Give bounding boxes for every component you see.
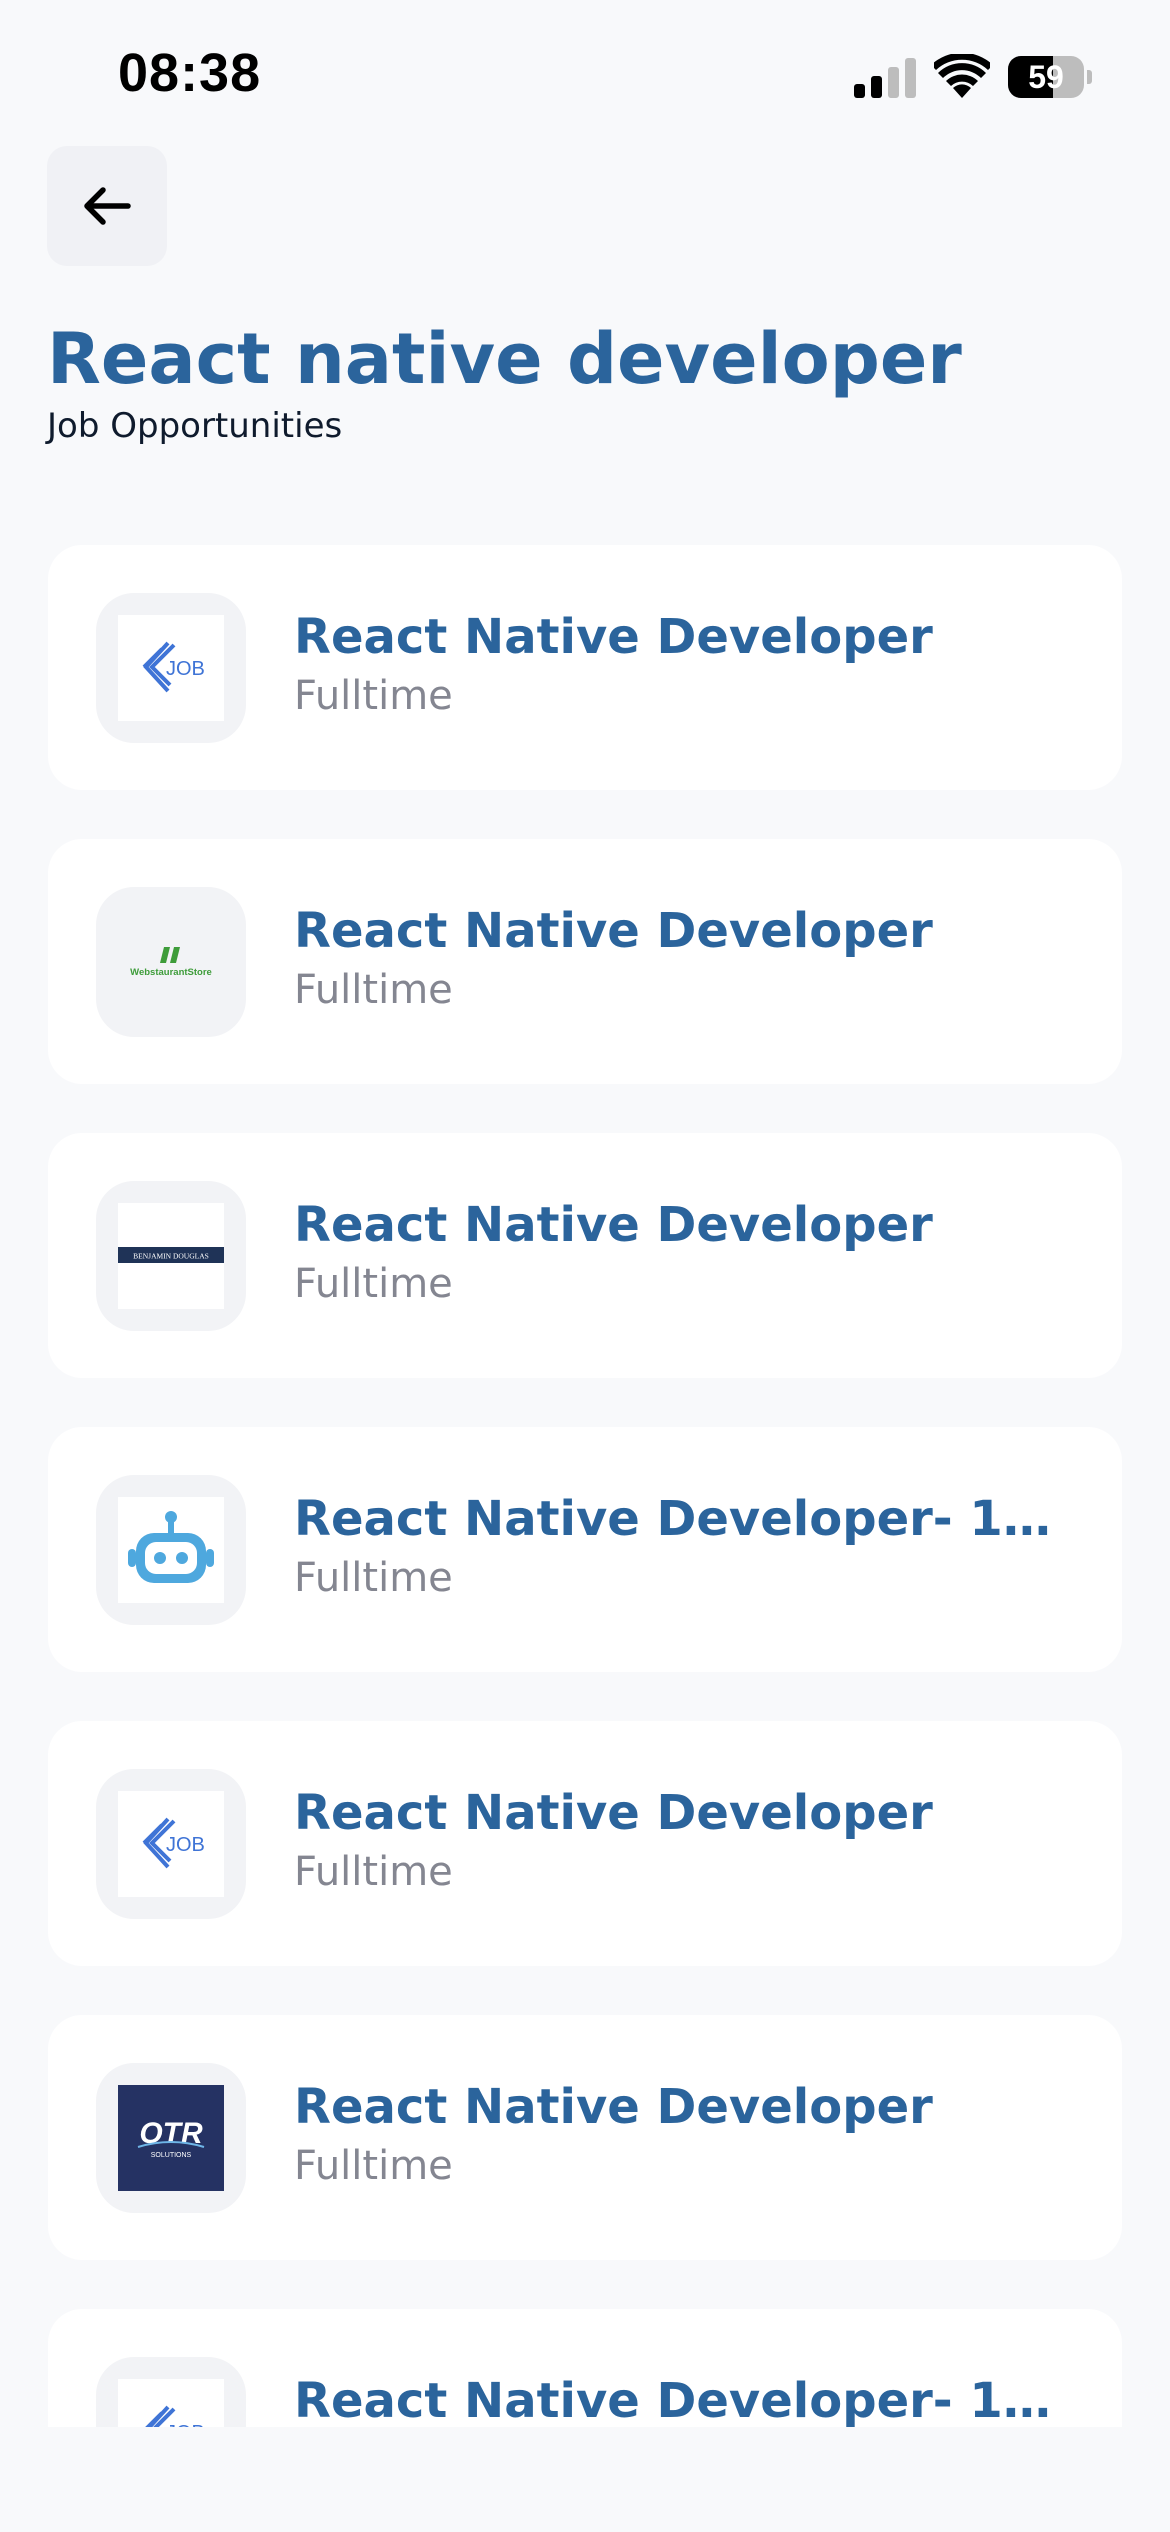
job-card[interactable]: JOB React Native Developer Fulltime: [48, 1721, 1122, 1966]
svg-text:JOB: JOB: [166, 658, 205, 680]
job-type: Fulltime: [294, 2143, 453, 2189]
company-logo-container: WebstaurantStore: [96, 887, 246, 1037]
job-card[interactable]: JOB React Native Developer- 100... Fullt…: [48, 2309, 1122, 2427]
job-type: Fulltime: [294, 1555, 453, 1601]
job-title: React Native Developer- 100...: [294, 2373, 1054, 2427]
svg-text:JOB: JOB: [166, 2422, 205, 2427]
company-logo-container: JOB: [96, 2357, 246, 2427]
job-type: Fulltime: [294, 967, 453, 1013]
status-time: 08:38: [118, 43, 262, 103]
svg-text:JOB: JOB: [166, 1834, 205, 1856]
job-card[interactable]: BENJAMIN DOUGLAS React Native Developer …: [48, 1133, 1122, 1378]
wifi-icon: [934, 54, 990, 98]
job-logo: JOB: [118, 2379, 224, 2427]
job-logo-icon: JOB: [142, 1817, 205, 1869]
svg-text:WebstaurantStore: WebstaurantStore: [130, 967, 212, 978]
page-subtitle: Job Opportunities: [47, 406, 343, 446]
job-title: React Native Developer: [294, 2079, 933, 2135]
job-type: Fulltime: [294, 1261, 453, 1307]
job-title: React Native Developer: [294, 609, 933, 665]
job-card[interactable]: WebstaurantStore React Native Developer …: [48, 839, 1122, 1084]
status-bar: 08:38 59: [0, 0, 1170, 150]
job-logo: JOB: [118, 615, 224, 721]
battery-level-text: 59: [1028, 59, 1064, 95]
webstaurantstore-logo-icon: WebstaurantStore: [130, 947, 212, 978]
job-logo: JOB: [118, 1791, 224, 1897]
battery-cap: [1087, 70, 1092, 84]
company-logo-container: JOB: [96, 1769, 246, 1919]
job-card[interactable]: OTR SOLUTIONS React Native Developer Ful…: [48, 2015, 1122, 2260]
company-logo-container: [96, 1475, 246, 1625]
arrow-left-icon: [84, 187, 131, 225]
back-button[interactable]: [47, 146, 167, 266]
cellular-signal-icon: [854, 58, 916, 98]
otr-solutions-logo: OTR SOLUTIONS: [118, 2085, 224, 2191]
page-title: React native developer: [47, 318, 962, 400]
job-card[interactable]: JOB React Native Developer Fulltime: [48, 545, 1122, 790]
job-type: Fulltime: [294, 673, 453, 719]
job-logo-icon: JOB: [142, 641, 205, 693]
job-type: Fulltime: [294, 1849, 453, 1895]
job-list[interactable]: JOB React Native Developer Fulltime Webs…: [48, 545, 1122, 2427]
job-card[interactable]: React Native Developer- 100... Fulltime: [48, 1427, 1122, 1672]
benjamin-douglas-logo-icon: BENJAMIN DOUGLAS: [118, 1247, 224, 1263]
company-logo-container: BENJAMIN DOUGLAS: [96, 1181, 246, 1331]
benjamin-douglas-logo: BENJAMIN DOUGLAS: [118, 1203, 224, 1309]
job-title: React Native Developer: [294, 1197, 933, 1253]
robot-icon: [128, 1511, 214, 1583]
otr-solutions-logo-icon: OTR SOLUTIONS: [137, 2117, 205, 2159]
svg-text:SOLUTIONS: SOLUTIONS: [151, 2152, 192, 2159]
job-title: React Native Developer: [294, 1785, 933, 1841]
job-logo-icon: JOB: [145, 2405, 205, 2427]
svg-text:BENJAMIN DOUGLAS: BENJAMIN DOUGLAS: [133, 1252, 209, 1261]
robot-logo: [118, 1497, 224, 1603]
webstaurantstore-logo: WebstaurantStore: [118, 909, 224, 1015]
job-title: React Native Developer- 100...: [294, 1491, 1054, 1547]
battery-indicator: 59: [1008, 56, 1092, 98]
company-logo-container: JOB: [96, 593, 246, 743]
company-logo-container: OTR SOLUTIONS: [96, 2063, 246, 2213]
job-title: React Native Developer: [294, 903, 933, 959]
screen: 08:38 59 React native developer Job Oppo…: [0, 0, 1170, 2532]
battery-body: 59: [1008, 56, 1084, 98]
